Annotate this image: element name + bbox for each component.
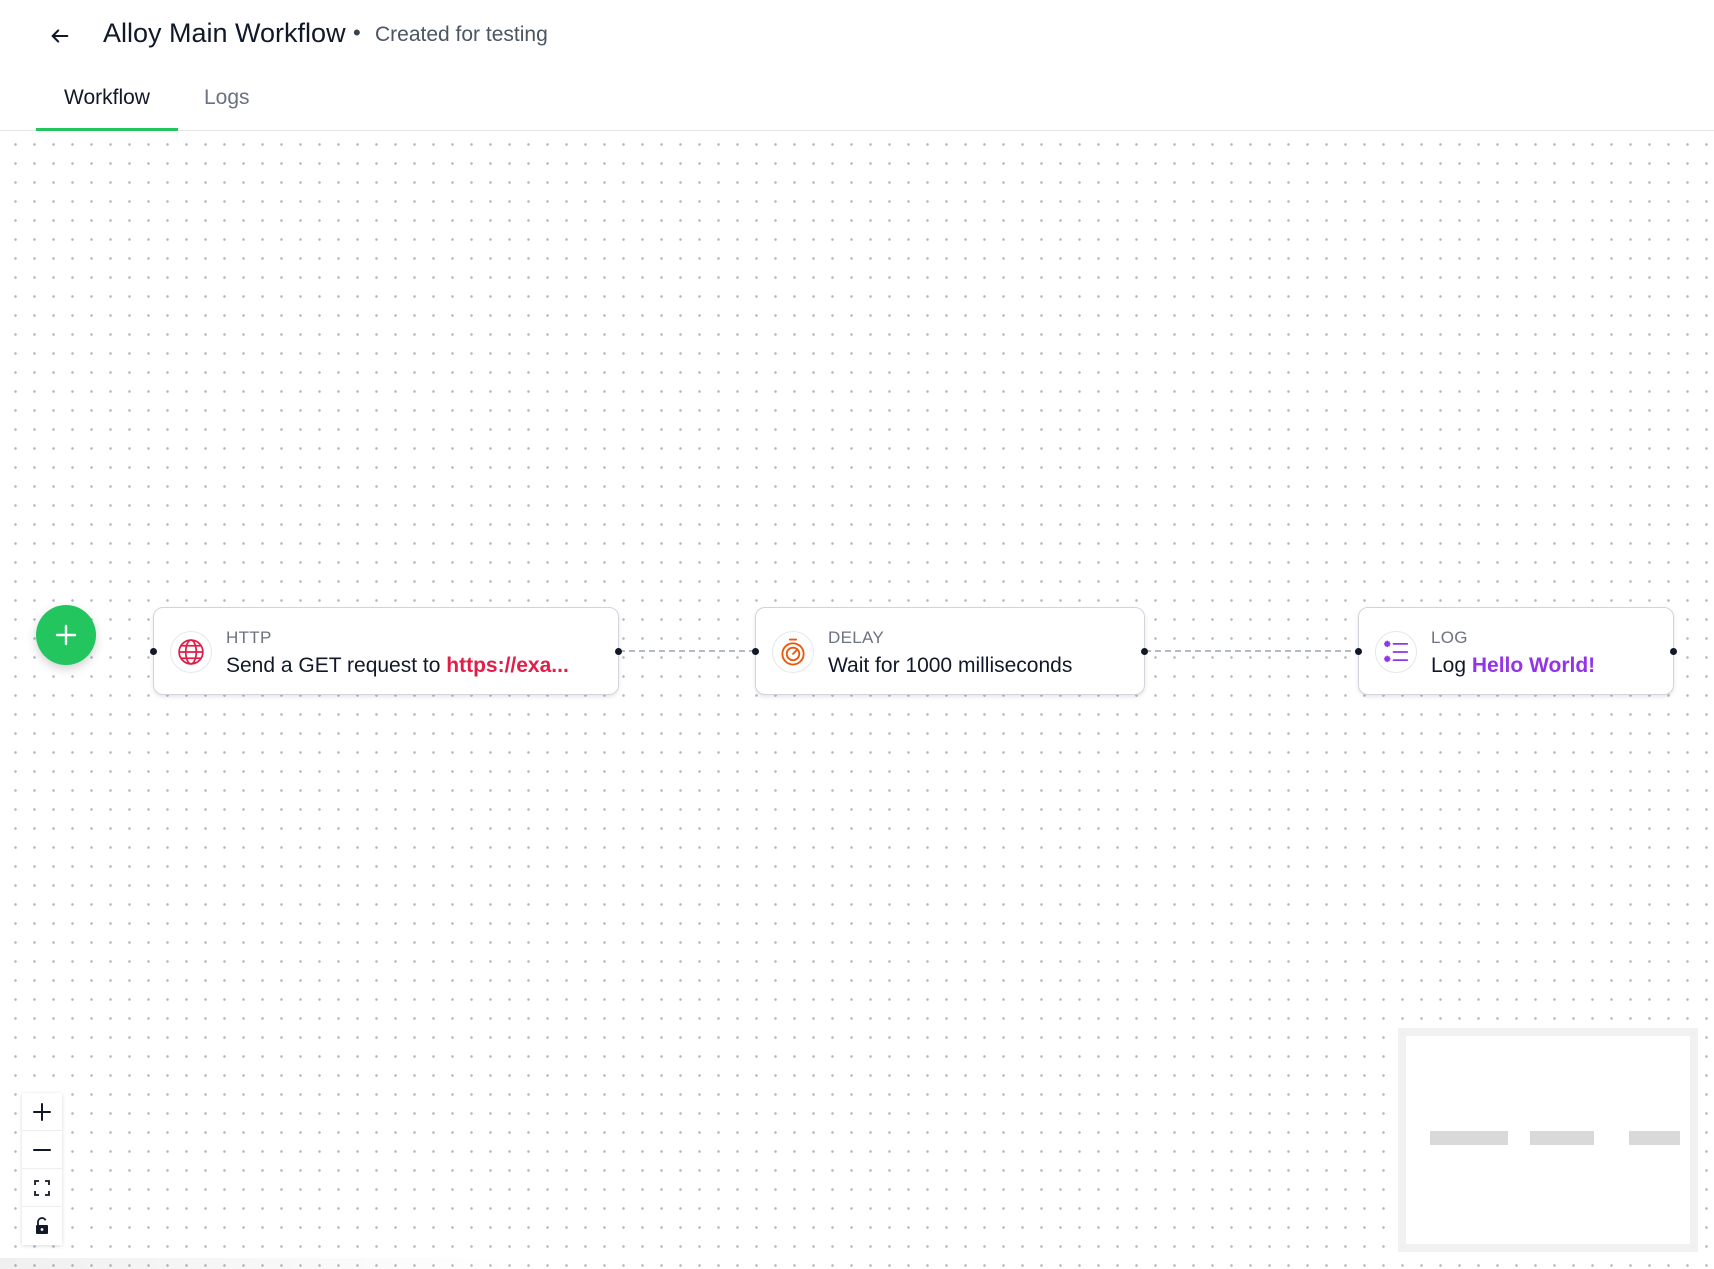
back-button[interactable] (44, 20, 76, 52)
node-description-text: Send a GET request to (226, 654, 447, 677)
tab-workflow[interactable]: Workflow (36, 86, 178, 131)
output-handle[interactable] (1141, 648, 1148, 655)
stopwatch-icon (772, 631, 814, 673)
minimap[interactable] (1398, 1028, 1698, 1252)
node-description: Wait for 1000 milliseconds (828, 654, 1073, 677)
tab-bar: Workflow Logs (0, 66, 1714, 131)
node-description: Log Hello World! (1431, 654, 1595, 678)
node-delay[interactable]: DELAY Wait for 1000 milliseconds (752, 607, 1148, 695)
input-handle[interactable] (752, 648, 759, 655)
title-separator: • (353, 20, 361, 45)
header: Alloy Main Workflow • Created for testin… (0, 0, 1714, 66)
zoom-out-icon (33, 1148, 51, 1151)
node-description-text: Log (1431, 654, 1472, 677)
add-node-button[interactable] (36, 605, 96, 665)
node-description: Send a GET request to https://exa... (226, 654, 569, 678)
input-handle[interactable] (1355, 648, 1362, 655)
lock-icon (36, 1217, 48, 1234)
node-type-label: DELAY (828, 628, 884, 647)
node-type-label: LOG (1431, 628, 1468, 647)
fit-view-button[interactable] (22, 1169, 62, 1207)
node-description-message: Hello World! (1471, 654, 1596, 677)
canvas-controls (22, 1093, 62, 1245)
zoom-out-button[interactable] (22, 1131, 62, 1169)
input-handle[interactable] (150, 648, 157, 655)
zoom-in-button[interactable] (22, 1093, 62, 1131)
output-handle[interactable] (615, 648, 622, 655)
lock-button[interactable] (22, 1207, 62, 1245)
globe-icon (170, 631, 212, 673)
fit-view-icon (34, 1179, 50, 1196)
plus-icon (55, 624, 77, 646)
list-icon (1375, 631, 1417, 673)
node-type-label: HTTP (226, 628, 272, 647)
output-handle[interactable] (1670, 648, 1677, 655)
page-subtitle: Created for testing (375, 23, 548, 46)
workflow-canvas[interactable]: HTTP Send a GET request to https://exa..… (0, 131, 1714, 1269)
minimap-node (1629, 1131, 1680, 1145)
bottom-shadow (0, 1258, 520, 1269)
page-title: Alloy Main Workflow (103, 18, 346, 48)
node-log[interactable]: LOG Log Hello World! (1355, 607, 1677, 695)
tab-logs[interactable]: Logs (204, 86, 250, 110)
node-http[interactable]: HTTP Send a GET request to https://exa..… (150, 607, 622, 695)
minimap-node (1530, 1131, 1594, 1145)
node-description-url: https://exa... (446, 654, 569, 677)
zoom-in-icon (33, 1102, 51, 1121)
minimap-node (1430, 1131, 1508, 1145)
arrow-left-icon (51, 29, 69, 43)
